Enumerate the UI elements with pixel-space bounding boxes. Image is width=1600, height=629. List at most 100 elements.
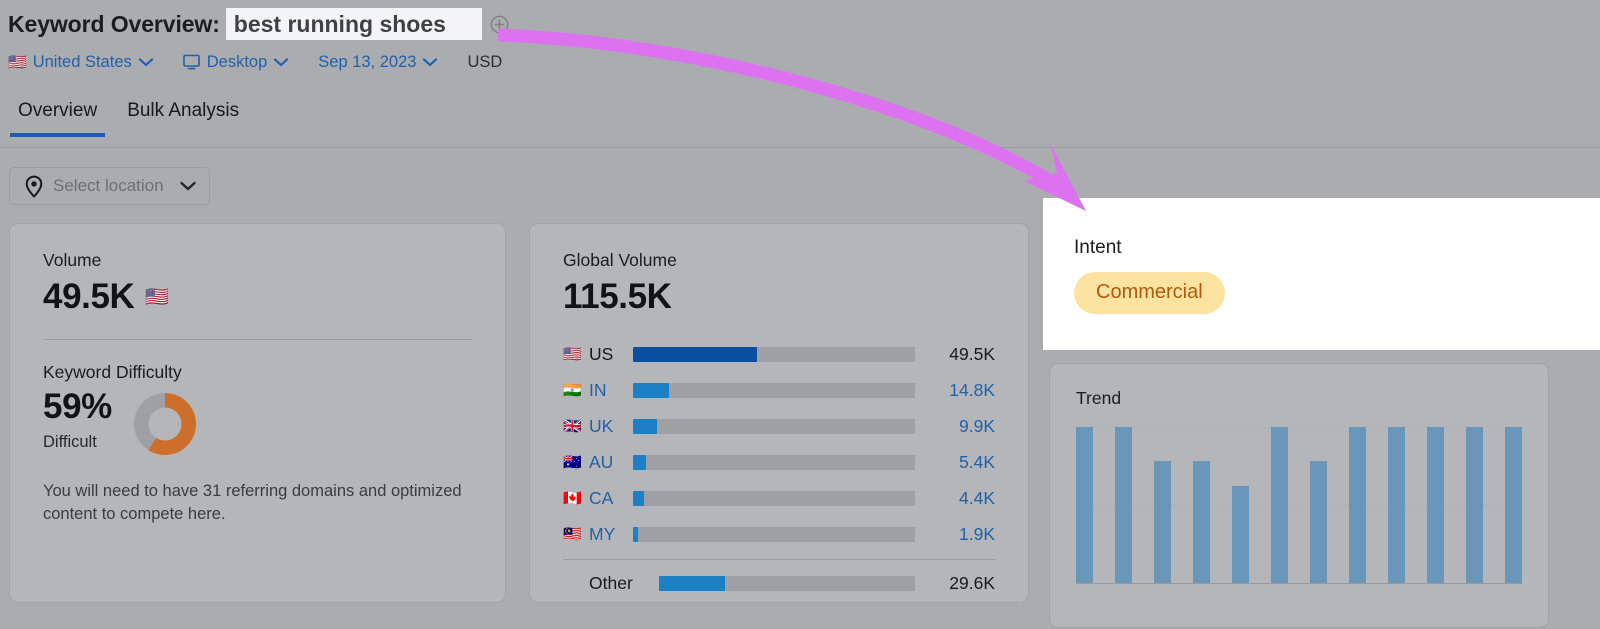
country-volume-row[interactable]: 🇨🇦 CA 4.4K [563, 480, 995, 516]
country-volume-row[interactable]: 🇬🇧 UK 9.9K [563, 408, 995, 444]
global-volume-card: Global Volume 115.5K 🇺🇸 US 49.5K 🇮🇳 IN 14.8K 🇬… [529, 223, 1029, 603]
title-row: Keyword Overview: best running shoes [0, 0, 1600, 42]
keyword-difficulty-note: You will need to have 31 referring domai… [43, 482, 462, 524]
flag-us-icon: 🇺🇸 [8, 53, 27, 71]
trend-bar[interactable] [1076, 427, 1093, 583]
filter-country-label: United States [32, 52, 132, 71]
global-volume-label: Global Volume [563, 250, 677, 270]
country-volume-track [659, 575, 915, 591]
country-code-label: MY [589, 523, 616, 544]
country-list-divider [563, 559, 995, 560]
country-volume-fill [633, 526, 638, 542]
country-flag-icon: 🇦🇺 [563, 453, 582, 471]
keyword-difficulty-label: Keyword Difficulty [43, 362, 182, 382]
country-code-label: CA [589, 487, 614, 508]
country-volume-row[interactable]: 🇺🇸 US 49.5K [563, 336, 995, 372]
country-flag-icon: 🇨🇦 [563, 489, 582, 507]
country-volume-row[interactable]: 🇮🇳 IN 14.8K [563, 372, 995, 408]
select-location-placeholder: Select location [53, 176, 164, 195]
trend-bar[interactable] [1154, 461, 1171, 583]
filter-country[interactable]: 🇺🇸 United States [8, 53, 153, 72]
select-location-button[interactable]: Select location [9, 167, 210, 205]
volume-card: Volume 49.5K 🇺🇸 Keyword Difficulty 59% D… [9, 223, 506, 603]
keyword-input-value: best running shoes [233, 10, 446, 37]
country-volume-fill [633, 490, 644, 506]
country-code-label: IN [589, 379, 607, 400]
intent-card: Intent Commercial [1043, 198, 1600, 350]
country-volume-track [633, 490, 915, 506]
country-flag-icon: 🇺🇸 [563, 345, 582, 363]
trend-bar[interactable] [1427, 427, 1444, 583]
trend-bar[interactable] [1232, 486, 1249, 583]
chevron-down-icon [179, 181, 196, 191]
country-volume-fill [659, 575, 726, 591]
country-flag-icon: 🇬🇧 [563, 417, 582, 435]
country-volume-value: 1.9K [959, 523, 995, 544]
trend-chart [1076, 427, 1522, 584]
country-flag-icon: 🇲🇾 [563, 525, 582, 543]
trend-bars [1076, 427, 1522, 583]
card-divider [43, 339, 472, 340]
plus-circle-icon[interactable] [490, 15, 509, 34]
country-flag-icon: 🇮🇳 [563, 381, 582, 399]
country-volume-value: 49.5K [949, 343, 995, 364]
country-volume-value: 14.8K [949, 379, 995, 400]
country-volume-list: 🇺🇸 US 49.5K 🇮🇳 IN 14.8K 🇬🇧 UK 9.9K 🇦🇺 AU 5.4K 🇨🇦 CA 4.… [563, 336, 995, 601]
filter-date-label: Sep 13, 2023 [318, 52, 417, 71]
trend-axis [1076, 583, 1522, 584]
trend-bar[interactable] [1388, 427, 1405, 583]
country-code-label: US [589, 343, 614, 364]
keyword-input[interactable]: best running shoes [225, 8, 482, 40]
global-volume-value: 115.5K [563, 277, 672, 316]
country-volume-track [633, 382, 915, 398]
filter-device-label: Desktop [206, 52, 268, 71]
trend-label: Trend [1076, 388, 1122, 408]
trend-bar[interactable] [1310, 461, 1327, 583]
tab-overview[interactable]: Overview [10, 100, 106, 137]
tab-bulk-analysis[interactable]: Bulk Analysis [119, 100, 247, 136]
intent-label: Intent [1074, 237, 1122, 258]
country-volume-value: 5.4K [959, 451, 995, 472]
tab-bar: Overview Bulk Analysis [0, 100, 1600, 148]
country-volume-track [633, 526, 915, 542]
trend-bar[interactable] [1466, 427, 1483, 583]
country-volume-row[interactable]: 🇲🇾 MY 1.9K [563, 516, 995, 552]
trend-bar[interactable] [1505, 427, 1522, 583]
chevron-down-icon [138, 57, 153, 67]
country-volume-row[interactable]: Other 29.6K [563, 565, 995, 601]
trend-bar[interactable] [1349, 427, 1366, 583]
country-volume-track [633, 346, 915, 362]
keyword-difficulty-block: Keyword Difficulty 59% Difficult You wil… [43, 362, 472, 526]
country-volume-fill [633, 346, 758, 362]
country-volume-value: 4.4K [959, 487, 995, 508]
country-volume-value: 9.9K [959, 415, 995, 436]
country-volume-fill [633, 418, 658, 434]
intent-badge: Commercial [1074, 272, 1225, 314]
country-volume-track [633, 454, 915, 470]
page-header: Keyword Overview: best running shoes 🇺🇸 … [0, 0, 1600, 78]
filter-device[interactable]: Desktop [182, 52, 289, 72]
currency-label: USD [467, 52, 503, 71]
flag-us-icon: 🇺🇸 [145, 286, 169, 308]
trend-card: Trend [1049, 363, 1549, 628]
country-code-label: Other [589, 572, 633, 593]
page-title: Keyword Overview: [8, 10, 220, 37]
keyword-difficulty-value: 59% [43, 387, 112, 426]
volume-label: Volume [43, 250, 102, 270]
volume-value-row: 49.5K 🇺🇸 [43, 277, 472, 317]
chevron-down-icon [423, 57, 438, 67]
filter-date[interactable]: Sep 13, 2023 [318, 52, 438, 72]
country-volume-fill [633, 382, 670, 398]
keyword-difficulty-word: Difficult [43, 432, 97, 451]
country-volume-row[interactable]: 🇦🇺 AU 5.4K [563, 444, 995, 480]
chevron-down-icon [274, 57, 289, 67]
country-volume-track [633, 418, 915, 434]
volume-value: 49.5K [43, 277, 135, 316]
desktop-icon [182, 54, 200, 70]
trend-bar[interactable] [1271, 427, 1288, 583]
country-volume-value: 29.6K [949, 572, 995, 593]
donut-hole [148, 407, 182, 441]
trend-bar[interactable] [1115, 427, 1132, 583]
trend-bar[interactable] [1193, 461, 1210, 583]
keyword-difficulty-donut [133, 393, 196, 455]
